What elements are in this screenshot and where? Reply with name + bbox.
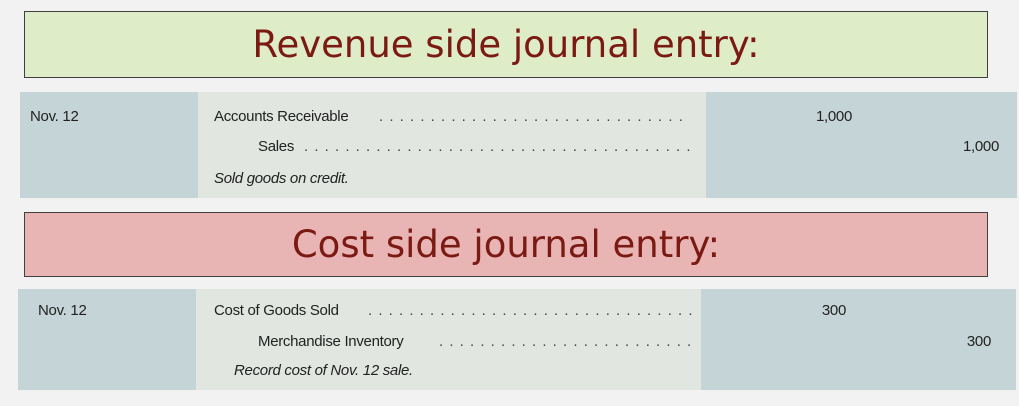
cost-debit-amount: 300 xyxy=(821,302,846,319)
revenue-debit-amount: 1,000 xyxy=(815,108,852,125)
revenue-date: Nov. 12 xyxy=(30,108,79,125)
cost-credit-account: Merchandise Inventory xyxy=(258,333,404,350)
dot-leader: . . . . . . . . . . . . . . . . . . . . … xyxy=(379,108,690,125)
cost-debit-account: Cost of Goods Sold xyxy=(214,302,339,319)
revenue-explanation: Sold goods on credit. xyxy=(214,170,349,187)
cost-explanation: Record cost of Nov. 12 sale. xyxy=(234,362,413,379)
dot-leader: . . . . . . . . . . . . . . . . . . . . … xyxy=(304,138,690,155)
revenue-date-column: Nov. 12 xyxy=(20,92,198,198)
cost-credit-amount: 300 xyxy=(966,333,991,350)
cost-journal-entry: Nov. 12 Cost of Goods Sold . . . . . . .… xyxy=(18,289,1016,390)
dot-leader: . . . . . . . . . . . . . . . . . . . . … xyxy=(368,302,692,319)
revenue-description-column: Accounts Receivable . . . . . . . . . . … xyxy=(198,92,706,198)
cost-date-column: Nov. 12 xyxy=(18,289,196,390)
cost-date: Nov. 12 xyxy=(38,302,87,319)
cost-heading: Cost side journal entry: xyxy=(291,223,721,266)
revenue-debit-account: Accounts Receivable xyxy=(214,108,349,125)
revenue-heading-banner: Revenue side journal entry: xyxy=(24,11,988,78)
cost-amount-column: 300 300 xyxy=(701,289,1016,390)
revenue-heading: Revenue side journal entry: xyxy=(252,23,760,66)
cost-description-column: Cost of Goods Sold . . . . . . . . . . .… xyxy=(196,289,701,390)
revenue-amount-column: 1,000 1,000 xyxy=(706,92,1017,198)
revenue-credit-amount: 1,000 xyxy=(962,138,999,155)
revenue-journal-entry: Nov. 12 Accounts Receivable . . . . . . … xyxy=(20,92,1017,198)
dot-leader: . . . . . . . . . . . . . . . . . . . . … xyxy=(439,333,692,350)
cost-heading-banner: Cost side journal entry: xyxy=(24,212,988,277)
revenue-credit-account: Sales xyxy=(258,138,295,155)
